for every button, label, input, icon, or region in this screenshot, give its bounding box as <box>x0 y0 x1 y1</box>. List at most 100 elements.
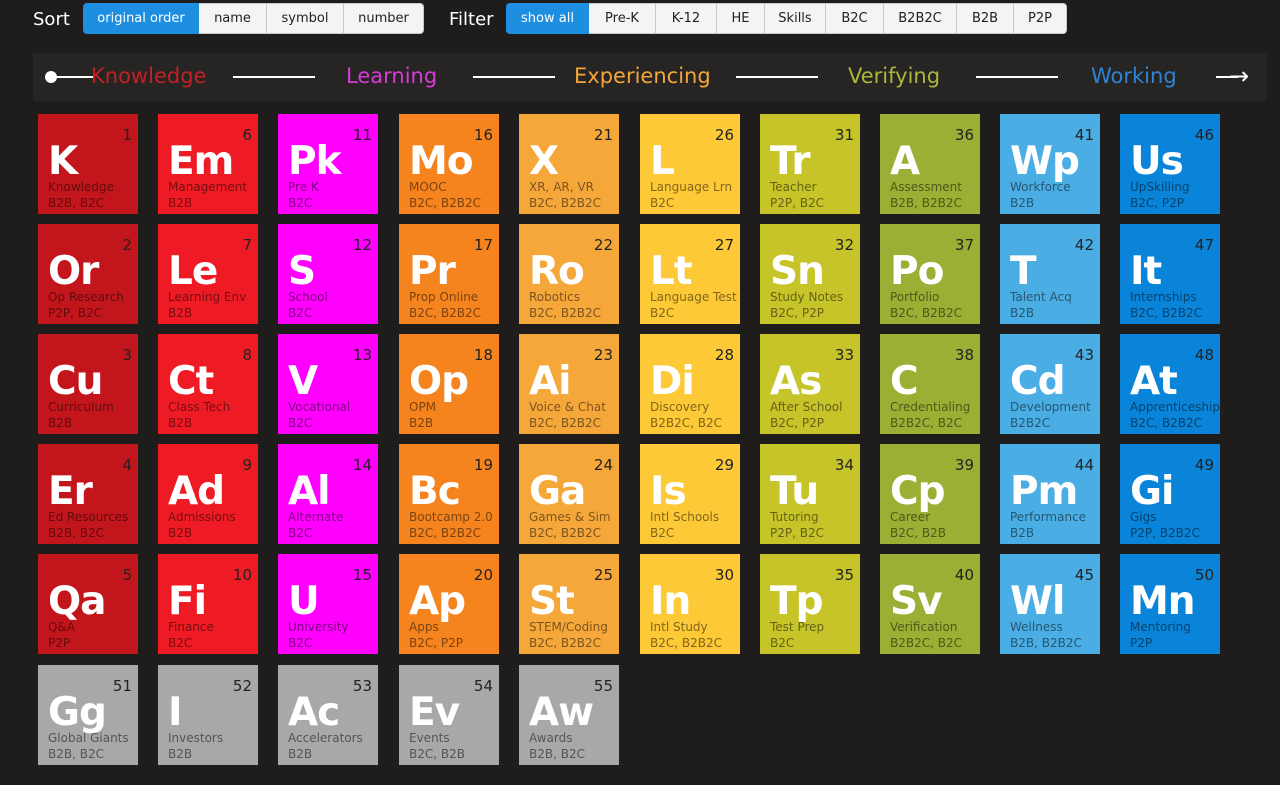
element-number: 32 <box>834 236 854 254</box>
stage-label: Knowledge <box>91 64 207 88</box>
element-tile[interactable]: 38 C Credentialing B2B2C, B2C <box>880 334 980 434</box>
element-tile[interactable]: 49 Gi Gigs P2P, B2B2C <box>1120 444 1220 544</box>
filter-button-group: show all Pre-K K-12 HE Skills B2C B2B2C B2B P2P <box>506 3 1067 34</box>
element-number: 18 <box>473 346 493 364</box>
element-tile[interactable]: 3 Cu Curriculum B2B <box>38 334 138 434</box>
filter-option-button[interactable]: B2B <box>957 3 1014 34</box>
element-tile[interactable]: 53 Ac Accelerators B2B <box>278 665 378 765</box>
element-tile[interactable]: 40 Sv Verification B2B2C, B2C <box>880 554 980 654</box>
filter-option-button[interactable]: Skills <box>765 3 826 34</box>
element-name: Development <box>1010 400 1091 414</box>
element-tile[interactable]: 37 Po Portfolio B2C, B2B2C <box>880 224 980 324</box>
element-tile[interactable]: 46 Us UpSkilling B2C, P2P <box>1120 114 1220 214</box>
element-tile[interactable]: 22 Ro Robotics B2C, B2B2C <box>519 224 619 324</box>
element-tile[interactable]: 21 X XR, AR, VR B2C, B2B2C <box>519 114 619 214</box>
element-tile[interactable]: 14 Al Alternate B2C <box>278 444 378 544</box>
element-tile[interactable]: 55 Aw Awards B2B, B2C <box>519 665 619 765</box>
element-tile[interactable]: 52 I Investors B2B <box>158 665 258 765</box>
element-tile[interactable]: 43 Cd Development B2B2C <box>1000 334 1100 434</box>
element-number: 52 <box>232 677 252 695</box>
filter-option-button[interactable]: Pre-K <box>589 3 656 34</box>
element-symbol: Bc <box>409 469 461 514</box>
element-tile[interactable]: 30 In Intl Study B2C, B2B2C <box>640 554 740 654</box>
element-tile[interactable]: 54 Ev Events B2C, B2B <box>399 665 499 765</box>
filter-option-button[interactable]: HE <box>717 3 765 34</box>
element-name: Study Notes <box>770 290 844 304</box>
element-tile[interactable]: 26 L Language Lrn B2C <box>640 114 740 214</box>
element-tile[interactable]: 20 Ap Apps B2C, P2P <box>399 554 499 654</box>
element-tile[interactable]: 1 K Knowledge B2B, B2C <box>38 114 138 214</box>
element-tile[interactable]: 35 Tp Test Prep B2C <box>760 554 860 654</box>
sort-option-button[interactable]: symbol <box>267 3 344 34</box>
element-tile[interactable]: 7 Le Learning Env B2B <box>158 224 258 324</box>
sort-option-button[interactable]: number <box>344 3 424 34</box>
element-tile[interactable]: 17 Pr Prop Online B2C, B2B2C <box>399 224 499 324</box>
element-number: 42 <box>1074 236 1094 254</box>
element-tile[interactable]: 32 Sn Study Notes B2C, P2P <box>760 224 860 324</box>
element-name: Language Lrn <box>650 180 733 194</box>
element-tile[interactable]: 50 Mn Mentoring P2P <box>1120 554 1220 654</box>
element-name: Apps <box>409 620 439 634</box>
element-tile[interactable]: 18 Op OPM B2B <box>399 334 499 434</box>
element-tile[interactable]: 24 Ga Games & Sim B2C, B2B2C <box>519 444 619 544</box>
element-tile[interactable]: 10 Fi Finance B2C <box>158 554 258 654</box>
stage-connector <box>51 76 93 78</box>
filter-option-button[interactable]: K-12 <box>656 3 717 34</box>
filter-option-button[interactable]: B2C <box>826 3 884 34</box>
element-number: 21 <box>593 126 613 144</box>
stage-connector <box>736 76 818 78</box>
element-tile[interactable]: 15 U University B2C <box>278 554 378 654</box>
element-symbol: Cu <box>48 359 103 404</box>
element-tile[interactable]: 5 Qa Q&A P2P <box>38 554 138 654</box>
element-name: STEM/Coding <box>529 620 608 634</box>
element-tile[interactable]: 19 Bc Bootcamp 2.0 B2C, B2B2C <box>399 444 499 544</box>
element-tile[interactable]: 4 Er Ed Resources B2B, B2C <box>38 444 138 544</box>
element-tile[interactable]: 2 Or Op Research P2P, B2C <box>38 224 138 324</box>
element-tile[interactable]: 9 Ad Admissions B2B <box>158 444 258 544</box>
element-name: Language Test <box>650 290 737 304</box>
element-tags: P2P, B2C <box>770 196 824 210</box>
element-symbol: Gg <box>48 690 107 735</box>
element-symbol: Tu <box>770 469 819 514</box>
stage-connector <box>976 76 1058 78</box>
element-tile[interactable]: 47 It Internships B2C, B2B2C <box>1120 224 1220 324</box>
element-tile[interactable]: 41 Wp Workforce B2B <box>1000 114 1100 214</box>
element-symbol: Ai <box>529 359 572 404</box>
element-tile[interactable]: 12 S School B2C <box>278 224 378 324</box>
element-tile[interactable]: 36 A Assessment B2B, B2B2C <box>880 114 980 214</box>
element-tile[interactable]: 31 Tr Teacher P2P, B2C <box>760 114 860 214</box>
element-tile[interactable]: 28 Di Discovery B2B2C, B2C <box>640 334 740 434</box>
filter-option-button[interactable]: P2P <box>1014 3 1067 34</box>
sort-option-button[interactable]: name <box>199 3 267 34</box>
element-tags: B2C <box>288 306 313 320</box>
element-tile[interactable]: 27 Lt Language Test B2C <box>640 224 740 324</box>
element-tags: B2B2C <box>1010 416 1051 430</box>
filter-option-button[interactable]: show all <box>506 3 589 34</box>
element-tile[interactable]: 39 Cp Career B2C, B2B <box>880 444 980 544</box>
element-tags: B2C, B2B2C <box>1130 416 1202 430</box>
element-tile[interactable]: 51 Gg Global Giants B2B, B2C <box>38 665 138 765</box>
element-tile[interactable]: 44 Pm Performance B2B <box>1000 444 1100 544</box>
element-tile[interactable]: 6 Em Management B2B <box>158 114 258 214</box>
element-name: Knowledge <box>48 180 114 194</box>
element-tile[interactable]: 13 V Vocational B2C <box>278 334 378 434</box>
sort-option-button[interactable]: original order <box>83 3 199 34</box>
element-tile[interactable]: 29 Is Intl Schools B2C <box>640 444 740 544</box>
element-tile[interactable]: 11 Pk Pre K B2C <box>278 114 378 214</box>
element-tile[interactable]: 45 Wl Wellness B2B, B2B2C <box>1000 554 1100 654</box>
element-tags: B2C, B2B2C <box>529 416 601 430</box>
element-tile[interactable]: 25 St STEM/Coding B2C, B2B2C <box>519 554 619 654</box>
element-name: Class Tech <box>168 400 231 414</box>
element-tile[interactable]: 23 Ai Voice & Chat B2C, B2B2C <box>519 334 619 434</box>
element-tags: B2B, B2C <box>529 747 585 761</box>
element-symbol: Fi <box>168 579 207 624</box>
filter-option-button[interactable]: B2B2C <box>884 3 957 34</box>
element-number: 29 <box>714 456 734 474</box>
element-tile[interactable]: 48 At Apprenticeship B2C, B2B2C <box>1120 334 1220 434</box>
element-tile[interactable]: 16 Mo MOOC B2C, B2B2C <box>399 114 499 214</box>
element-tile[interactable]: 8 Ct Class Tech B2B <box>158 334 258 434</box>
element-tile[interactable]: 42 T Talent Acq B2B <box>1000 224 1100 324</box>
element-tile[interactable]: 33 As After School B2C, P2P <box>760 334 860 434</box>
element-tile[interactable]: 34 Tu Tutoring P2P, B2C <box>760 444 860 544</box>
element-tags: B2C, P2P <box>770 306 824 320</box>
